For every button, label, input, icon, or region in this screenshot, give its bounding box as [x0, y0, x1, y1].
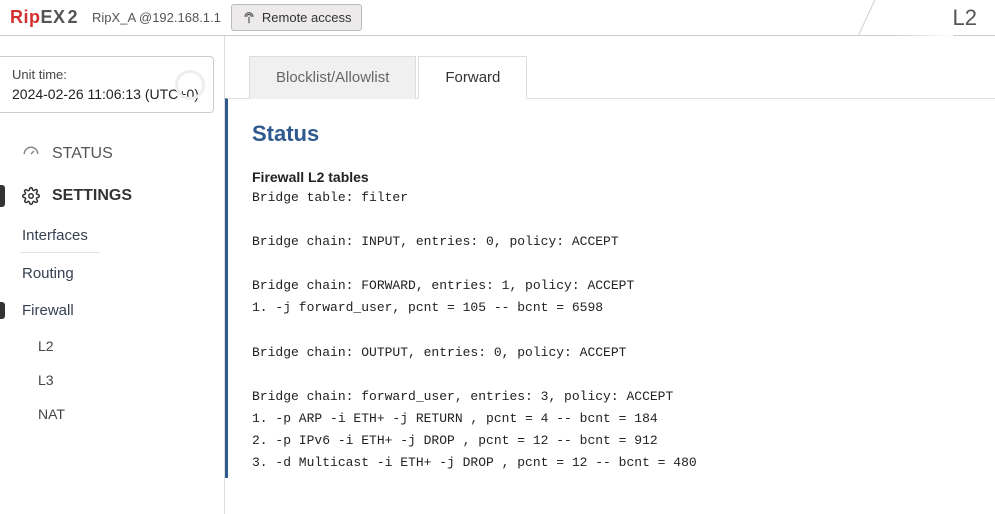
nav-firewall-l2[interactable]: L2	[0, 329, 224, 363]
remote-access-label: Remote access	[262, 10, 352, 25]
gear-icon	[22, 187, 40, 205]
firewall-tables-output: Bridge table: filter Bridge chain: INPUT…	[252, 187, 971, 474]
logo-part-ex: EX	[41, 7, 66, 27]
nav-status-label: STATUS	[52, 145, 113, 163]
tabs: Blocklist/Allowlist Forward	[249, 56, 995, 99]
nav-interfaces[interactable]: Interfaces	[20, 217, 100, 253]
page-context-badge: L2	[953, 0, 977, 36]
nav-status[interactable]: STATUS	[0, 133, 224, 175]
sidebar: Unit time: 2024-02-26 11:06:13 (UTC+0) S…	[0, 36, 225, 514]
device-address-label: RipX_A @192.168.1.1	[92, 10, 221, 25]
unit-time-value: 2024-02-26 11:06:13 (UTC+0)	[12, 86, 201, 102]
logo-part-2: 2	[68, 7, 79, 27]
product-logo: RipEX2	[10, 7, 78, 28]
decorative-slant	[845, 0, 885, 36]
nav-firewall-l3[interactable]: L3	[0, 363, 224, 397]
remote-access-button[interactable]: Remote access	[231, 4, 363, 31]
tab-blocklist[interactable]: Blocklist/Allowlist	[249, 56, 416, 99]
antenna-icon	[242, 11, 256, 25]
nav-firewall[interactable]: Firewall	[0, 292, 224, 329]
nav-settings[interactable]: SETTINGS	[0, 175, 224, 217]
unit-time-label: Unit time:	[12, 67, 201, 82]
main-nav: STATUS SETTINGS Interfaces Routing Firew…	[0, 133, 224, 431]
tab-forward[interactable]: Forward	[418, 56, 527, 99]
refresh-icon[interactable]	[175, 70, 205, 100]
logo-part-rip: Rip	[10, 7, 41, 27]
status-heading: Status	[252, 121, 971, 147]
main-content: Blocklist/Allowlist Forward Status Firew…	[225, 36, 995, 514]
topbar: RipEX2 RipX_A @192.168.1.1 Remote access…	[0, 0, 995, 36]
firewall-tables-heading: Firewall L2 tables	[252, 169, 971, 185]
tab-pane-forward: Status Firewall L2 tables Bridge table: …	[225, 98, 995, 478]
unit-time-box: Unit time: 2024-02-26 11:06:13 (UTC+0)	[0, 56, 214, 113]
nav-routing[interactable]: Routing	[0, 255, 224, 292]
nav-settings-label: SETTINGS	[52, 187, 132, 205]
nav-firewall-nat[interactable]: NAT	[0, 397, 224, 431]
gauge-icon	[22, 145, 40, 163]
